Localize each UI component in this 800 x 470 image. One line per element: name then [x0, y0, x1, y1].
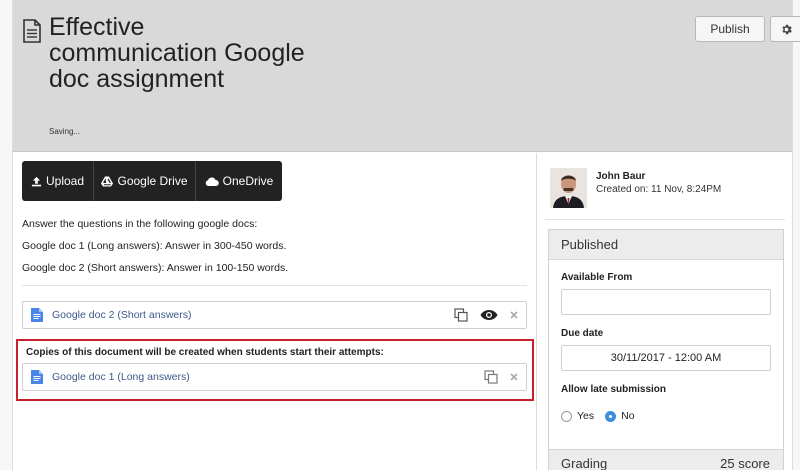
- copy-icon: [484, 370, 498, 384]
- onedrive-button[interactable]: OneDrive: [196, 161, 282, 201]
- close-icon: [510, 373, 518, 381]
- visibility-button[interactable]: [480, 309, 498, 321]
- upload-button-label: Upload: [45, 174, 85, 188]
- due-date-input[interactable]: 30/11/2017 - 12:00 AM: [561, 345, 771, 371]
- remove-button[interactable]: [510, 311, 518, 319]
- late-yes-label[interactable]: Yes: [577, 410, 594, 422]
- upload-button[interactable]: Upload: [22, 161, 94, 201]
- late-submission-options: Yes No: [561, 410, 635, 422]
- copies-label: Copies of this document will be created …: [26, 347, 384, 358]
- author-name[interactable]: John Baur: [596, 171, 645, 182]
- author-photo: [550, 168, 587, 208]
- copy-button[interactable]: [484, 370, 498, 384]
- google-drive-button-label: Google Drive: [117, 174, 188, 188]
- google-drive-button[interactable]: Google Drive: [94, 161, 196, 201]
- shared-doc-item[interactable]: Google doc 2 (Short answers): [22, 301, 527, 329]
- onedrive-button-label: OneDrive: [222, 174, 274, 188]
- main-content: Upload Google Drive OneDrive Answer the …: [13, 153, 536, 470]
- copy-doc-item[interactable]: Google doc 1 (Long answers): [22, 363, 527, 391]
- available-from-input[interactable]: [561, 289, 771, 315]
- instruction-line: Google doc 1 (Long answers): Answer in 3…: [22, 240, 287, 252]
- copy-icon: [454, 308, 468, 322]
- google-doc-icon: [31, 370, 43, 384]
- google-drive-icon: [101, 176, 114, 186]
- grading-score: 25 score: [720, 455, 770, 470]
- doc-name[interactable]: Google doc 1 (Long answers): [52, 371, 484, 383]
- assignment-sidebar: John Baur Created on: 11 Nov, 8:24PM Pub…: [537, 153, 792, 470]
- late-no-label[interactable]: No: [621, 410, 634, 422]
- save-status: Saving...: [49, 127, 81, 136]
- page-edge-left: [0, 0, 13, 470]
- available-from-label: Available From: [561, 272, 633, 283]
- grading-label: Grading: [561, 455, 608, 470]
- due-date-label: Due date: [561, 328, 604, 339]
- publish-panel: Published Available From Due date 30/11/…: [548, 229, 784, 470]
- late-submission-label: Allow late submission: [561, 384, 667, 395]
- late-yes-radio[interactable]: [561, 410, 572, 422]
- close-icon: [510, 311, 518, 319]
- page-edge-right: [792, 0, 800, 470]
- gear-icon: [781, 24, 792, 34]
- late-no-radio[interactable]: [605, 410, 617, 422]
- upload-toolbar: Upload Google Drive OneDrive: [22, 161, 282, 201]
- publish-panel-title: Published: [549, 230, 783, 260]
- remove-button[interactable]: [510, 373, 518, 381]
- instructions-text: Answer the questions in the following go…: [22, 213, 288, 279]
- publish-button[interactable]: Publish: [695, 16, 765, 42]
- instruction-line: Answer the questions in the following go…: [22, 218, 258, 230]
- sidebar-divider: [545, 219, 785, 220]
- created-date: Created on: 11 Nov, 8:24PM: [596, 184, 722, 195]
- google-doc-icon: [31, 308, 43, 322]
- doc-name[interactable]: Google doc 2 (Short answers): [52, 309, 454, 321]
- page-header: Effective communication Google doc assig…: [13, 0, 800, 152]
- upload-icon: [31, 176, 42, 186]
- instruction-line: Google doc 2 (Short answers): Answer in …: [22, 262, 289, 274]
- page-title[interactable]: Effective communication Google doc assig…: [49, 14, 309, 92]
- grading-panel-header[interactable]: Grading 25 score: [548, 449, 784, 470]
- settings-button[interactable]: [770, 16, 800, 42]
- onedrive-icon: [205, 176, 219, 186]
- avatar: [550, 168, 587, 208]
- section-divider: [22, 285, 527, 286]
- document-icon: [23, 19, 41, 43]
- copy-button[interactable]: [454, 308, 468, 322]
- eye-icon: [480, 310, 498, 320]
